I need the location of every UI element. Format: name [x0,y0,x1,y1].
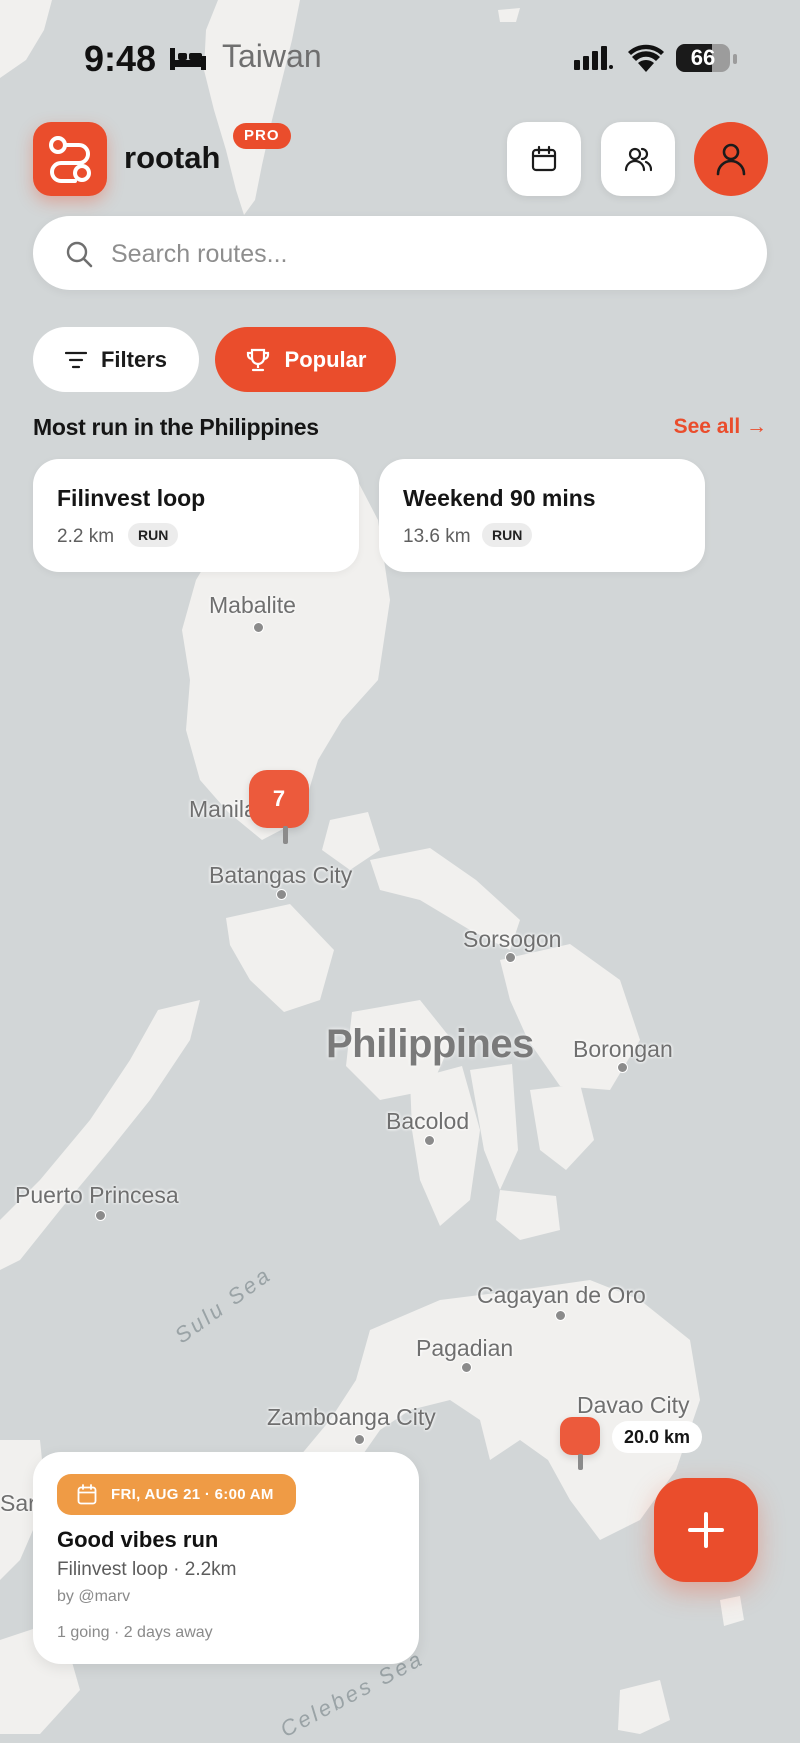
city-label: Pagadian [416,1335,514,1361]
route-pin-marker[interactable] [560,1417,600,1455]
event-route: Filinvest loop · 2.2km [57,1559,237,1580]
trophy-icon [246,348,269,371]
user-icon [716,143,746,176]
search-bar[interactable] [33,216,767,292]
plus-icon [688,1512,724,1548]
event-card[interactable]: FRI, AUG 21 · 6:00 AM Good vibes run Fil… [33,1452,419,1664]
add-route-button[interactable] [654,1478,758,1582]
see-all-link[interactable]: See all → [674,415,767,439]
city-marker [276,889,287,900]
event-title: Good vibes run [57,1527,219,1552]
city-label: Manila [189,796,257,822]
city-marker [95,1210,106,1221]
event-meta: 1 going · 2 days away [57,1624,213,1641]
pin-marker-stem [578,1454,583,1470]
route-cluster-marker[interactable]: 7 [249,770,309,828]
city-marker [555,1310,566,1321]
route-name: Filinvest loop [57,485,206,511]
search-input[interactable] [109,216,733,292]
route-type-tag: RUN [128,523,179,547]
status-time: 9:48 [84,38,157,79]
city-label: Sar [0,1490,36,1516]
route-type-tag: RUN [482,523,533,547]
country-label: Philippines [326,1022,534,1066]
city-label: Bacolod [386,1108,470,1134]
city-marker [253,622,264,633]
city-label: Cagayan de Oro [477,1282,646,1308]
wifi-icon [628,44,664,72]
route-distance: 13.6 km [403,526,471,547]
event-author: by @marv [57,1588,131,1605]
users-icon [624,147,652,172]
city-label: Batangas City [209,862,353,888]
filters-button[interactable]: Filters [33,327,199,392]
battery-indicator: 66 [676,44,730,72]
route-card[interactable]: Weekend 90 mins 13.6 km RUN [379,459,705,572]
sleep-mode-icon [170,48,206,70]
city-marker [424,1135,435,1146]
city-marker [505,952,516,963]
filter-icon [64,351,87,368]
city-label: Mabalite [209,592,296,618]
popular-label: Popular [284,346,367,372]
route-logo-icon [49,136,91,183]
status-carrier: Taiwan [222,38,322,74]
city-label: Davao City [577,1392,690,1418]
search-icon [66,241,93,268]
pro-badge: PRO [233,123,291,149]
calendar-icon [531,145,557,172]
app-logo [33,122,107,196]
city-label: Zamboanga City [267,1404,436,1430]
calendar-button[interactable] [507,122,581,196]
pin-distance-label[interactable]: 20.0 km [612,1421,703,1453]
city-marker [354,1434,365,1445]
route-card[interactable]: Filinvest loop 2.2 km RUN [33,459,359,572]
calendar-icon [77,1484,97,1505]
popular-button[interactable]: Popular [215,327,396,392]
section-title: Most run in the Philippines [33,414,319,440]
profile-button[interactable] [694,122,768,196]
city-marker [461,1362,472,1373]
brand-name: rootah [124,140,221,175]
city-label: Borongan [573,1036,673,1062]
battery-level: 66 [690,45,716,70]
event-date: FRI, AUG 21 · 6:00 AM [111,1486,274,1503]
status-bar: 9:48 Taiwan 66 [0,30,800,86]
city-label: Puerto Princesa [15,1182,179,1208]
city-label: Sorsogon [463,926,562,952]
cellular-signal-icon [574,46,613,70]
city-marker [617,1062,628,1073]
route-distance: 2.2 km [57,526,115,547]
battery-tip [733,54,737,64]
cluster-marker-stem [283,826,288,844]
filters-label: Filters [100,346,168,372]
friends-button[interactable] [601,122,675,196]
route-name: Weekend 90 mins [403,485,596,511]
event-date-badge: FRI, AUG 21 · 6:00 AM [57,1474,296,1515]
